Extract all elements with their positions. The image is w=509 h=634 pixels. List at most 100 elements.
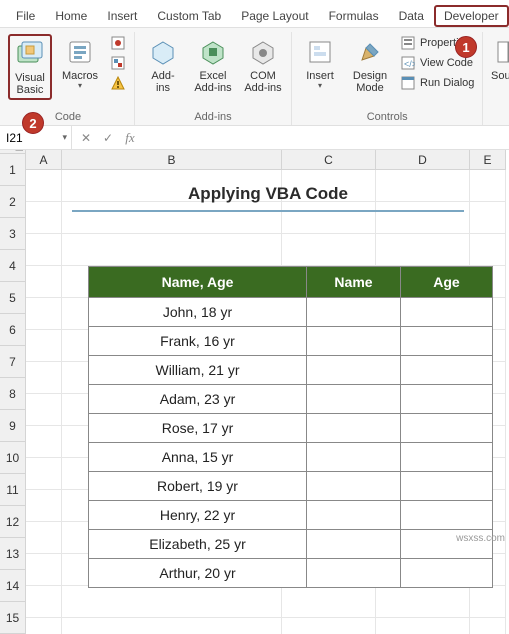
table-row[interactable]: William, 21 yr [89, 356, 493, 385]
group-label-controls: Controls [298, 109, 476, 125]
col-header[interactable]: B [62, 150, 282, 170]
source-icon [492, 36, 509, 68]
com-addins-button[interactable]: COM Add-ins [241, 34, 285, 96]
chevron-down-icon: ▾ [78, 82, 82, 91]
cell-age[interactable] [401, 414, 493, 443]
row-header[interactable]: 15 [0, 602, 26, 634]
macros-button[interactable]: Macros ▾ [58, 34, 102, 93]
row-header[interactable]: 13 [0, 538, 26, 570]
ribbon: Visual Basic Macros ▾ Co [0, 28, 509, 126]
col-header[interactable]: E [470, 150, 506, 170]
cell-nameage[interactable]: Anna, 15 yr [89, 443, 307, 472]
tab-page-layout[interactable]: Page Layout [231, 5, 318, 27]
row-header[interactable]: 5 [0, 282, 26, 314]
row-header[interactable]: 8 [0, 378, 26, 410]
visual-basic-button[interactable]: Visual Basic [8, 34, 52, 100]
macro-security-button[interactable] [108, 74, 128, 92]
select-all-corner[interactable] [0, 150, 26, 154]
visual-basic-label: Visual Basic [15, 72, 45, 96]
cell-name[interactable] [307, 298, 401, 327]
table-row[interactable]: Elizabeth, 25 yr [89, 530, 493, 559]
table-row[interactable]: Adam, 23 yr [89, 385, 493, 414]
ribbon-group-xml: Source [483, 32, 509, 125]
tab-custom[interactable]: Custom Tab [147, 5, 231, 27]
design-mode-button[interactable]: Design Mode [348, 34, 392, 96]
cell-name[interactable] [307, 356, 401, 385]
cell-age[interactable] [401, 327, 493, 356]
insert-control-button[interactable]: Insert ▾ [298, 34, 342, 93]
row-header[interactable]: 7 [0, 346, 26, 378]
cell-name[interactable] [307, 530, 401, 559]
row-header[interactable]: 6 [0, 314, 26, 346]
cell-nameage[interactable]: Elizabeth, 25 yr [89, 530, 307, 559]
cell-nameage[interactable]: Rose, 17 yr [89, 414, 307, 443]
name-box-value: I21 [6, 131, 23, 145]
row-header[interactable]: 11 [0, 474, 26, 506]
header-nameage: Name, Age [89, 267, 307, 298]
cell-age[interactable] [401, 385, 493, 414]
source-button[interactable]: Source [489, 34, 509, 84]
cell-age[interactable] [401, 298, 493, 327]
excel-addins-button[interactable]: Excel Add-ins [191, 34, 235, 96]
tab-formulas[interactable]: Formulas [319, 5, 389, 27]
row-header[interactable]: 14 [0, 570, 26, 602]
cell-name[interactable] [307, 414, 401, 443]
cancel-formula-icon[interactable]: ✕ [78, 131, 94, 145]
table-row[interactable]: Anna, 15 yr [89, 443, 493, 472]
row-header[interactable]: 3 [0, 218, 26, 250]
col-header[interactable]: C [282, 150, 376, 170]
cell-nameage[interactable]: John, 18 yr [89, 298, 307, 327]
cell-name[interactable] [307, 385, 401, 414]
table-row[interactable]: Arthur, 20 yr [89, 559, 493, 588]
cell-name[interactable] [307, 327, 401, 356]
cell-age[interactable] [401, 443, 493, 472]
record-macro-button[interactable] [108, 34, 128, 52]
fx-icon[interactable]: fx [122, 130, 138, 146]
cell-nameage[interactable]: Frank, 16 yr [89, 327, 307, 356]
cell-age[interactable] [401, 472, 493, 501]
table-row[interactable]: Rose, 17 yr [89, 414, 493, 443]
col-header[interactable]: A [26, 150, 62, 170]
excel-addins-icon [197, 36, 229, 68]
cell-nameage[interactable]: Henry, 22 yr [89, 501, 307, 530]
row-header[interactable]: 10 [0, 442, 26, 474]
column-headers: A B C D E [26, 150, 509, 170]
run-dialog-button[interactable]: Run Dialog [398, 74, 476, 92]
cell-name[interactable] [307, 443, 401, 472]
cell-nameage[interactable]: Robert, 19 yr [89, 472, 307, 501]
tab-insert[interactable]: Insert [97, 5, 147, 27]
use-relative-refs-button[interactable] [108, 54, 128, 72]
tab-file[interactable]: File [6, 5, 45, 27]
cell-nameage[interactable]: Arthur, 20 yr [89, 559, 307, 588]
col-header[interactable]: D [376, 150, 470, 170]
tab-data[interactable]: Data [389, 5, 434, 27]
row-header[interactable]: 4 [0, 250, 26, 282]
com-addins-label: COM Add-ins [244, 70, 281, 94]
row-header[interactable]: 2 [0, 186, 26, 218]
cell-nameage[interactable]: William, 21 yr [89, 356, 307, 385]
cell-name[interactable] [307, 501, 401, 530]
row-header[interactable]: 12 [0, 506, 26, 538]
row-header[interactable]: 1 [0, 154, 26, 186]
table-row[interactable]: John, 18 yr [89, 298, 493, 327]
header-age: Age [401, 267, 493, 298]
table-row[interactable]: Robert, 19 yr [89, 472, 493, 501]
formula-input[interactable] [144, 128, 444, 148]
tab-home[interactable]: Home [45, 5, 97, 27]
worksheet[interactable]: 1 2 3 4 5 6 7 8 9 10 11 12 13 14 15 A B … [0, 150, 509, 634]
data-table: Name, Age Name Age John, 18 yr Frank, 16… [88, 266, 493, 588]
table-row[interactable]: Henry, 22 yr [89, 501, 493, 530]
enter-formula-icon[interactable]: ✓ [100, 131, 116, 145]
cell-name[interactable] [307, 472, 401, 501]
cell-age[interactable] [401, 559, 493, 588]
cell-age[interactable] [401, 356, 493, 385]
table-row[interactable]: Frank, 16 yr [89, 327, 493, 356]
cell-age[interactable] [401, 501, 493, 530]
ribbon-group-addins: Add- ins Excel Add-ins COM Add-ins Add-i… [135, 32, 292, 125]
tab-developer[interactable]: Developer [434, 5, 509, 27]
addins-button[interactable]: Add- ins [141, 34, 185, 96]
cell-nameage[interactable]: Adam, 23 yr [89, 385, 307, 414]
cell-name[interactable] [307, 559, 401, 588]
row-header[interactable]: 9 [0, 410, 26, 442]
record-macro-icon [110, 35, 126, 51]
